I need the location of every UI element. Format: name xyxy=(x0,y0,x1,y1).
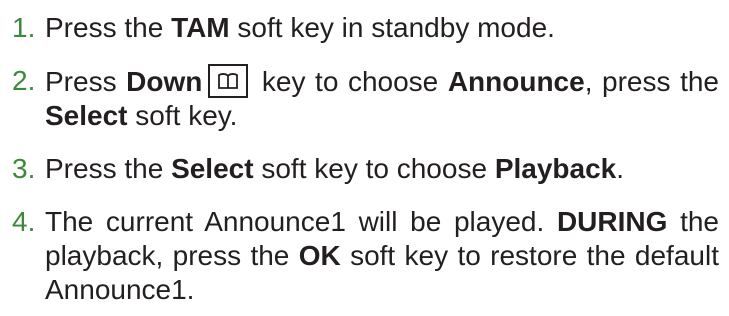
step-1: 1. Press the TAM soft key in standby mod… xyxy=(12,0,719,45)
key-name: Select xyxy=(45,100,128,131)
text-run: key to choose xyxy=(252,66,448,97)
step-text: The current Announce1 will be played. DU… xyxy=(45,205,719,307)
step-3: 3. Press the Select soft key to choose P… xyxy=(12,152,719,186)
step-number: 3. xyxy=(12,153,36,184)
text-run: soft key in standby mode. xyxy=(229,12,555,43)
step-text: Press the TAM soft key in standby mode. xyxy=(45,11,719,45)
text-run: soft key. xyxy=(127,100,238,131)
phonebook-icon xyxy=(208,64,249,98)
text-run: . xyxy=(616,153,625,184)
menu-option: Announce xyxy=(447,66,585,97)
text-run: Press the xyxy=(45,12,172,43)
text-run: , press the xyxy=(584,66,719,97)
text-run: Press xyxy=(45,66,127,97)
step-number: 1. xyxy=(12,12,36,43)
instruction-list: 1. Press the TAM soft key in standby mod… xyxy=(12,0,719,307)
menu-option: Playback xyxy=(494,153,617,184)
emphasis-text: DURING xyxy=(556,206,668,237)
key-name: TAM xyxy=(171,12,230,43)
text-run: Press the xyxy=(45,153,172,184)
key-name: Select xyxy=(171,153,254,184)
step-number: 2. xyxy=(12,65,36,96)
text-run: soft key to choose xyxy=(253,153,495,184)
step-2: 2. Press Down key to choose Announce, pr… xyxy=(12,64,719,133)
text-run: The current Announce1 will be played. xyxy=(45,206,557,237)
step-number: 4. xyxy=(12,206,36,237)
step-text: Press Down key to choose Announce, press… xyxy=(45,64,719,133)
key-name: OK xyxy=(298,240,341,271)
step-text: Press the Select soft key to choose Play… xyxy=(45,152,719,186)
key-name: Down xyxy=(126,66,203,97)
step-4: 4. The current Announce1 will be played.… xyxy=(12,205,719,307)
book-glyph xyxy=(218,73,239,89)
